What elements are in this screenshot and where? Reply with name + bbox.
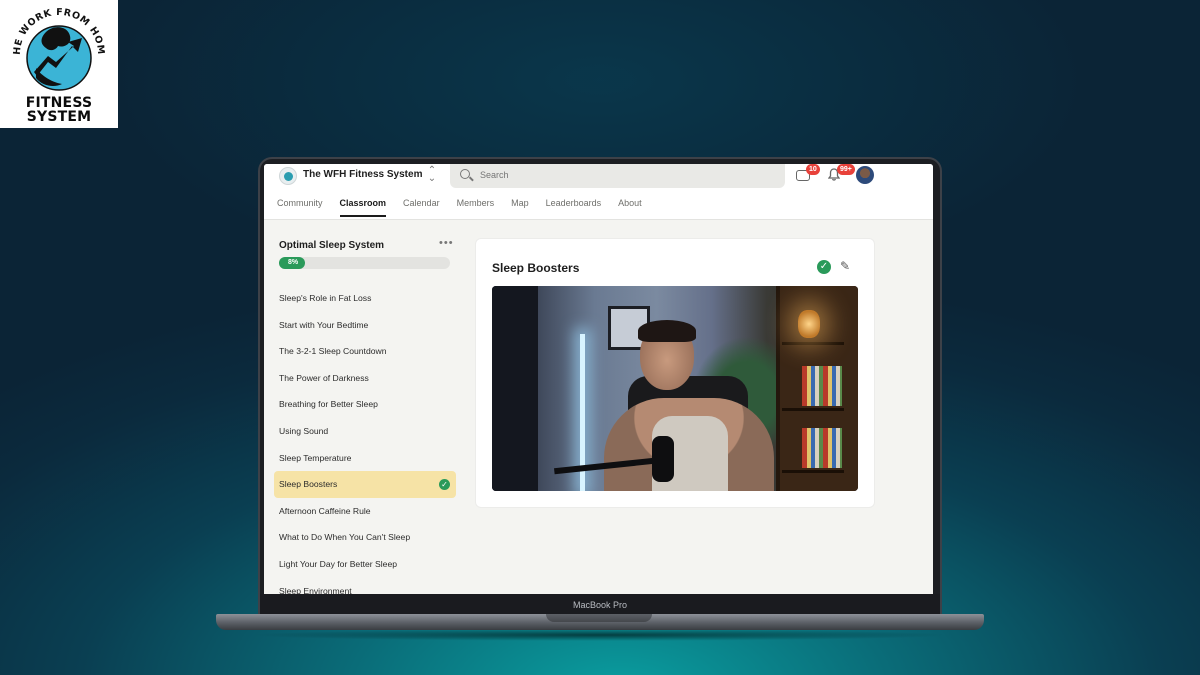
laptop-screen: The WFH Fitness System ⌃⌄ 10 99+ Communi… bbox=[264, 164, 933, 594]
lesson-list: Sleep's Role in Fat Loss Start with Your… bbox=[274, 285, 456, 594]
video-scene-shelf bbox=[782, 408, 844, 411]
course-sidebar: Optimal Sleep System ••• 8% Sleep's Role… bbox=[264, 221, 464, 594]
progress-fill: 8% bbox=[279, 257, 305, 269]
lesson-item[interactable]: Using Sound bbox=[274, 418, 456, 445]
top-navigation: The WFH Fitness System ⌃⌄ 10 99+ Communi… bbox=[264, 164, 933, 220]
tab-leaderboards[interactable]: Leaderboards bbox=[546, 198, 602, 217]
video-scene-shelf bbox=[782, 342, 844, 345]
lesson-item[interactable]: The Power of Darkness bbox=[274, 365, 456, 392]
check-circle-icon[interactable]: ✓ bbox=[817, 260, 831, 274]
tab-calendar[interactable]: Calendar bbox=[403, 198, 440, 217]
video-scene-lamp bbox=[798, 310, 820, 338]
device-label: MacBook Pro bbox=[572, 600, 628, 610]
tab-classroom[interactable]: Classroom bbox=[339, 198, 387, 217]
community-avatar[interactable] bbox=[279, 167, 297, 185]
video-scene-microphone bbox=[652, 436, 674, 482]
video-scene-books bbox=[802, 428, 842, 468]
logo-word-system: SYSTEM bbox=[26, 109, 92, 125]
course-title: Optimal Sleep System bbox=[279, 240, 385, 251]
logo-emblem-icon: THE WORK FROM HOME bbox=[6, 2, 106, 91]
lesson-item[interactable]: What to Do When You Can't Sleep bbox=[274, 524, 456, 551]
tab-about[interactable]: About bbox=[618, 198, 642, 217]
chevron-up-down-icon[interactable]: ⌃ ⌄ bbox=[427, 166, 437, 184]
search-bar[interactable] bbox=[450, 164, 785, 188]
chat-badge: 10 bbox=[806, 164, 820, 175]
lesson-item[interactable]: Afternoon Caffeine Rule bbox=[274, 498, 456, 525]
logo-word-fitness: FITNESS bbox=[25, 95, 93, 111]
tab-community[interactable]: Community bbox=[277, 198, 323, 217]
lesson-item[interactable]: Sleep's Role in Fat Loss bbox=[274, 285, 456, 312]
lesson-title: Sleep Boosters bbox=[492, 261, 580, 275]
check-circle-icon: ✓ bbox=[439, 479, 450, 491]
user-avatar[interactable] bbox=[856, 166, 874, 184]
laptop-notch bbox=[546, 614, 652, 622]
video-scene-shelf bbox=[782, 470, 844, 473]
lesson-item-active[interactable]: Sleep Boosters ✓ bbox=[274, 471, 456, 498]
lesson-item[interactable]: Breathing for Better Sleep bbox=[274, 391, 456, 418]
lesson-item[interactable]: Sleep Environment bbox=[274, 578, 456, 594]
video-scene-books bbox=[802, 366, 842, 406]
lesson-content-card: Sleep Boosters ✓ ✎ bbox=[475, 238, 875, 508]
search-input[interactable] bbox=[480, 170, 770, 180]
lesson-item[interactable]: The 3-2-1 Sleep Countdown bbox=[274, 338, 456, 365]
brand-logo: THE WORK FROM HOME FITNESS SYSTEM bbox=[0, 0, 118, 128]
more-options-icon[interactable]: ••• bbox=[439, 237, 454, 249]
tab-bar: Community Classroom Calendar Members Map… bbox=[277, 198, 659, 217]
progress-label: 8% bbox=[288, 259, 299, 266]
lesson-item[interactable]: Sleep Temperature bbox=[274, 445, 456, 472]
lesson-label: Sleep Boosters bbox=[279, 479, 338, 490]
search-icon bbox=[460, 169, 470, 179]
pencil-icon[interactable]: ✎ bbox=[840, 259, 850, 273]
course-progress-bar: 8% bbox=[279, 257, 450, 269]
video-player[interactable] bbox=[492, 286, 858, 491]
community-name[interactable]: The WFH Fitness System bbox=[303, 169, 422, 180]
laptop-shadow bbox=[250, 629, 950, 641]
video-scene-presenter-hair bbox=[638, 320, 696, 342]
lesson-item[interactable]: Light Your Day for Better Sleep bbox=[274, 551, 456, 578]
tab-members[interactable]: Members bbox=[457, 198, 495, 217]
video-scene-door bbox=[492, 286, 538, 491]
lesson-item[interactable]: Start with Your Bedtime bbox=[274, 312, 456, 339]
notifications-badge: 99+ bbox=[837, 164, 855, 175]
tab-map[interactable]: Map bbox=[511, 198, 529, 217]
